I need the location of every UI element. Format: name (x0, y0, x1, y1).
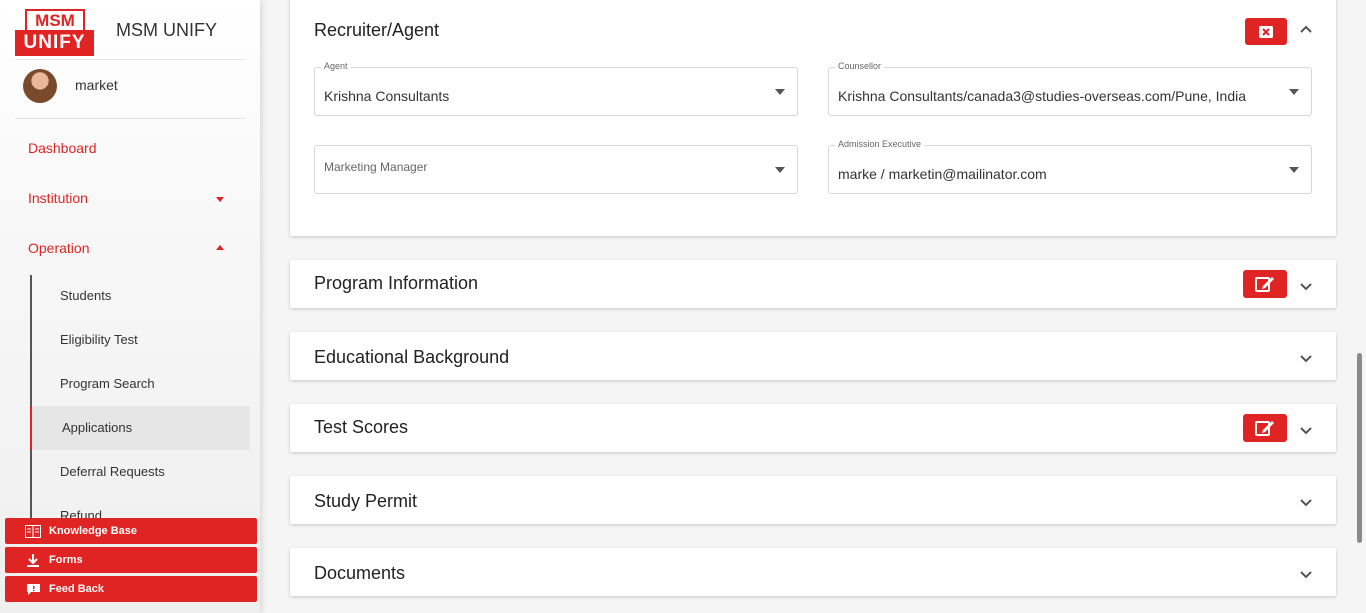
counsellor-label: Counsellor (835, 61, 885, 71)
test-scores-card[interactable]: Test Scores (290, 404, 1336, 452)
feedback-label: Feed Back (49, 583, 105, 595)
chevron-down-icon[interactable] (1298, 422, 1314, 438)
chevron-up-icon[interactable] (1298, 22, 1314, 38)
admission-executive-value: marke / marketin@mailinator.com (838, 166, 1047, 182)
agent-value: Krishna Consultants (324, 88, 450, 104)
marketing-manager-select[interactable]: Marketing Manager (314, 145, 798, 194)
recruiter-agent-card: Recruiter/Agent Agent Krishna Consultant… (290, 0, 1336, 236)
dropdown-arrow-icon (775, 167, 785, 173)
edit-icon (1255, 277, 1274, 292)
edit-icon (1255, 421, 1274, 436)
counsellor-value: Krishna Consultants/canada3@studies-over… (838, 88, 1246, 104)
sidebar-item-eligibility-test[interactable]: Eligibility Test (60, 332, 138, 347)
dropdown-arrow-icon (1289, 167, 1299, 173)
chevron-down-icon[interactable] (1298, 494, 1314, 510)
sidebar: MSM UNIFY MSM UNIFY market Dashboard Ins… (0, 0, 260, 613)
submenu-line (30, 275, 32, 525)
sidebar-item-program-search[interactable]: Program Search (60, 376, 155, 391)
feedback-button[interactable]: Feed Back (5, 576, 257, 602)
knowledge-base-label: Knowledge Base (49, 525, 138, 537)
sidebar-item-deferral-requests[interactable]: Deferral Requests (60, 464, 165, 479)
dropdown-arrow-icon (1289, 89, 1299, 95)
nav-dashboard[interactable]: Dashboard (28, 140, 97, 156)
test-scores-title: Test Scores (314, 417, 409, 437)
dropdown-arrow-icon (775, 89, 785, 95)
divider (15, 59, 245, 60)
book-icon (25, 524, 41, 538)
scrollbar[interactable] (1357, 353, 1362, 543)
chevron-down-icon[interactable] (1298, 566, 1314, 582)
program-information-title: Program Information (314, 273, 479, 293)
msm-logo[interactable]: MSM UNIFY (15, 9, 94, 56)
forms-label: Forms (49, 554, 83, 566)
nav-operation[interactable]: Operation (28, 240, 89, 256)
marketing-manager-placeholder: Marketing Manager (324, 160, 428, 174)
documents-card[interactable]: Documents (290, 548, 1336, 596)
avatar[interactable] (23, 69, 57, 103)
brand-name: MSM UNIFY (116, 20, 217, 40)
recruiter-agent-title: Recruiter/Agent (314, 20, 440, 40)
download-icon (25, 553, 41, 567)
program-information-card[interactable]: Program Information (290, 260, 1336, 308)
agent-label: Agent (321, 61, 351, 71)
edit-program-button[interactable] (1243, 270, 1287, 298)
edit-test-scores-button[interactable] (1243, 414, 1287, 442)
logo-bottom-text: UNIFY (15, 30, 94, 56)
comment-icon (25, 582, 41, 596)
counsellor-select[interactable]: Counsellor Krishna Consultants/canada3@s… (828, 61, 1312, 116)
chevron-down-icon[interactable] (1298, 278, 1314, 294)
forms-button[interactable]: Forms (5, 547, 257, 573)
sidebar-item-applications[interactable]: Applications (62, 420, 132, 435)
agent-select[interactable]: Agent Krishna Consultants (314, 61, 798, 116)
nav-institution[interactable]: Institution (28, 190, 88, 206)
username: market (75, 77, 118, 93)
chevron-up-icon[interactable] (216, 245, 224, 250)
admission-executive-label: Admission Executive (835, 139, 925, 149)
educational-background-card[interactable]: Educational Background (290, 332, 1336, 380)
chevron-down-icon[interactable] (216, 197, 224, 202)
study-permit-card[interactable]: Study Permit (290, 476, 1336, 524)
close-section-button[interactable] (1245, 18, 1287, 45)
admission-executive-select[interactable]: Admission Executive marke / marketin@mai… (828, 139, 1312, 194)
close-icon (1259, 25, 1273, 38)
sidebar-item-students[interactable]: Students (60, 288, 111, 303)
chevron-down-icon[interactable] (1298, 350, 1314, 366)
study-permit-title: Study Permit (314, 491, 418, 511)
divider (15, 118, 245, 119)
documents-title: Documents (314, 563, 406, 583)
logo-top-text: MSM (25, 9, 85, 31)
knowledge-base-button[interactable]: Knowledge Base (5, 518, 257, 544)
educational-background-title: Educational Background (314, 347, 510, 367)
